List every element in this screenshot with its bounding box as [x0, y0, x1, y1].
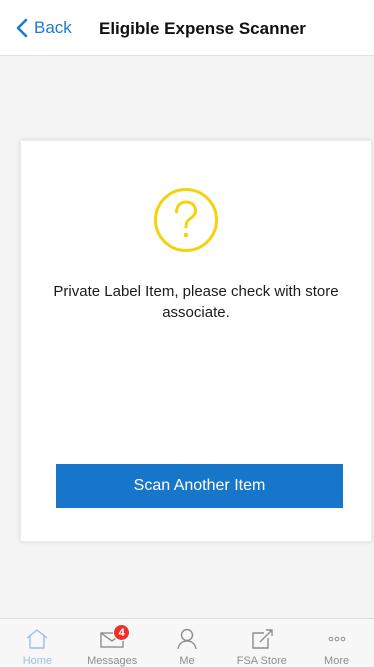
tab-label: FSA Store: [236, 655, 287, 667]
tab-me[interactable]: Me: [150, 619, 225, 667]
tab-bar: Home 4 Messages Me FSA Store More: [0, 618, 374, 667]
external-link-icon: [252, 629, 273, 649]
more-dots-icon: [328, 636, 345, 642]
screen: Back Eligible Expense Scanner Private La…: [0, 0, 374, 667]
chevron-left-icon: [16, 18, 28, 38]
page-title: Eligible Expense Scanner: [99, 19, 306, 38]
back-label: Back: [34, 18, 72, 37]
unread-badge: 4: [113, 624, 131, 641]
tab-label: Me: [179, 655, 195, 667]
scan-another-item-button[interactable]: Scan Another Item: [56, 464, 343, 508]
tab-label: More: [324, 655, 350, 667]
question-circle-icon: [154, 188, 218, 252]
tab-messages[interactable]: 4 Messages: [75, 619, 150, 667]
tab-label: Messages: [87, 655, 138, 667]
tab-fsa-store[interactable]: FSA Store: [224, 619, 299, 667]
result-message: Private Label Item, please check with st…: [53, 283, 339, 321]
tab-home[interactable]: Home: [0, 619, 75, 667]
back-button[interactable]: Back: [16, 14, 72, 42]
tab-more[interactable]: More: [299, 619, 374, 667]
house-icon: [26, 629, 48, 649]
person-icon: [177, 628, 197, 650]
nav-header: Back Eligible Expense Scanner: [0, 0, 374, 56]
result-card: Private Label Item, please check with st…: [20, 140, 372, 542]
tab-label: Home: [22, 655, 53, 667]
